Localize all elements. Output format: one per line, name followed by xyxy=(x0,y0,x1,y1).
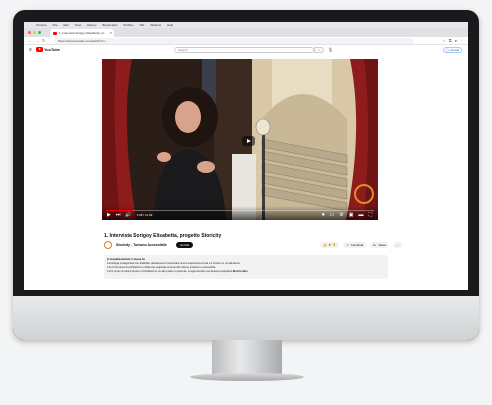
description-line: La biologa protagonista con disabilità, … xyxy=(107,262,240,265)
time-display: 1:08 / 11:39 xyxy=(136,213,153,217)
description-line-text: Il loro punto di vista importa ci inchio… xyxy=(107,270,233,273)
search-input[interactable] xyxy=(178,48,298,52)
share-button[interactable]: ↗ Condividi xyxy=(343,242,367,248)
search-box xyxy=(174,47,314,53)
tab-bar: 1. Intervista Sorigoy Elisabetta, pr... … xyxy=(24,28,468,37)
controls-right: ⏺ ▭ ⚙ ▣ ▬ ⛶ xyxy=(322,212,372,218)
extensions-icon[interactable]: ⧉ xyxy=(449,38,452,43)
show-more-link[interactable]: Mostra altro xyxy=(233,270,248,273)
like-button[interactable]: 👍 8 👎 xyxy=(320,242,340,248)
channel-row: Storicity - Turismo Accessibile Iscrivit… xyxy=(104,240,403,252)
close-icon[interactable]: ✕ xyxy=(109,31,112,35)
back-icon[interactable]: ← xyxy=(28,38,32,43)
window-controls xyxy=(28,31,41,34)
progress-bar[interactable] xyxy=(106,209,374,211)
like-icon: 👍 xyxy=(323,243,327,247)
video-player[interactable]: ▶ ⏭ 🔊 1:08 / 11:39 ⏺ ▭ ⚙ ▣ ▬ ⛶ xyxy=(102,59,378,220)
save-button[interactable]: ≡+ Salva xyxy=(370,242,390,248)
more-menu-icon[interactable]: ⋮ xyxy=(460,38,464,43)
video-title: 1. Intervista Sorigoy Elisabetta, proget… xyxy=(104,233,222,239)
youtube-logo[interactable]: YouTube xyxy=(36,47,60,52)
menu-item[interactable]: Edit xyxy=(64,23,69,27)
save-icon: ≡+ xyxy=(373,243,377,247)
youtube-play-icon xyxy=(36,47,43,52)
share-icon: ↗ xyxy=(346,243,349,247)
account-icon: ◯ xyxy=(445,48,449,52)
volume-icon[interactable]: 🔊 xyxy=(125,212,131,218)
description-box[interactable]: 9 visualizzazioni 1 mese fa La biologa p… xyxy=(104,255,388,279)
screen: Chrome File Edit View History Bookmarks … xyxy=(24,22,468,290)
avatar[interactable] xyxy=(104,241,112,249)
theater-icon[interactable]: ▬ xyxy=(358,212,363,218)
tab-title: 1. Intervista Sorigoy Elisabetta, pr... xyxy=(59,31,107,35)
menu-item[interactable]: Profiles xyxy=(124,23,134,27)
menu-item[interactable]: File xyxy=(53,23,58,27)
channel-name[interactable]: Storicity - Turismo Accessibile xyxy=(116,243,167,247)
monitor-chin xyxy=(13,296,479,340)
signin-label: Accedi xyxy=(449,48,459,52)
browser-tab[interactable]: 1. Intervista Sorigoy Elisabetta, pr... … xyxy=(50,29,114,37)
nav-buttons: ← → ↻ xyxy=(28,38,45,43)
menu-item[interactable]: History xyxy=(87,23,96,27)
description-meta: 9 visualizzazioni 1 mese fa xyxy=(107,257,145,261)
monitor-base xyxy=(190,373,304,381)
action-buttons: 👍 8 👎 ↗ Condividi ≡+ Salva ⋯ xyxy=(320,242,403,248)
browser-toolbar-icons: ☆ ⧉ ● ⋮ xyxy=(442,38,464,43)
minimize-window-button[interactable] xyxy=(33,31,36,34)
maximize-window-button[interactable] xyxy=(38,31,41,34)
youtube-favicon-icon xyxy=(53,31,57,35)
captions-icon[interactable]: ▭ xyxy=(330,212,335,218)
reload-icon[interactable]: ↻ xyxy=(42,38,45,43)
save-label: Salva xyxy=(378,243,387,247)
play-overlay-icon[interactable] xyxy=(242,136,255,146)
menu-item[interactable]: Chrome xyxy=(36,23,47,27)
settings-icon[interactable]: ⚙ xyxy=(339,212,343,218)
menu-item[interactable]: Bookmarks xyxy=(102,23,117,27)
star-icon[interactable]: ☆ xyxy=(442,38,446,43)
like-count: 8 xyxy=(328,243,331,247)
search-button[interactable]: ⌕ xyxy=(314,47,324,53)
profile-icon[interactable]: ● xyxy=(455,38,457,43)
video-frame xyxy=(102,59,378,220)
logo-text: YouTube xyxy=(44,47,60,52)
url-field[interactable]: https://www.youtube.com/watch?v=... xyxy=(54,38,414,44)
menu-item[interactable]: Window xyxy=(150,23,161,27)
signin-button[interactable]: ◯ Accedi xyxy=(442,47,462,53)
miniplayer-icon[interactable]: ▣ xyxy=(349,212,354,218)
close-window-button[interactable] xyxy=(28,31,31,34)
controls-left: ▶ ⏭ 🔊 1:08 / 11:39 xyxy=(107,212,152,218)
dislike-icon[interactable]: 👎 xyxy=(332,242,336,248)
autoplay-toggle-icon[interactable]: ⏺ xyxy=(322,212,325,218)
share-label: Condividi xyxy=(350,243,364,247)
description-line: Con l'intervento di Architettura e della… xyxy=(107,266,217,269)
microphone-icon[interactable]: 🎙 xyxy=(328,47,333,52)
next-icon[interactable]: ⏭ xyxy=(116,212,121,218)
menu-item[interactable]: View xyxy=(75,23,81,27)
video-controls: ▶ ⏭ 🔊 1:08 / 11:39 ⏺ ▭ ⚙ ▣ ▬ ⛶ xyxy=(102,206,378,220)
subscribe-button[interactable]: Iscriviti xyxy=(176,242,194,248)
more-button[interactable]: ⋯ xyxy=(393,242,403,248)
more-icon: ⋯ xyxy=(396,243,400,247)
youtube-header: ≡ YouTube ⌕ 🎙 ◯ Accedi xyxy=(24,45,468,55)
url-text: https://www.youtube.com/watch?v=... xyxy=(58,39,108,43)
forward-icon[interactable]: → xyxy=(35,38,39,43)
description-line: Il loro punto di vista importa ci inchio… xyxy=(107,270,385,273)
search-icon: ⌕ xyxy=(318,48,320,52)
menu-item[interactable]: Help xyxy=(167,23,173,27)
progress-fill xyxy=(106,209,133,211)
hamburger-menu-icon[interactable]: ≡ xyxy=(29,47,32,53)
fullscreen-icon[interactable]: ⛶ xyxy=(368,212,372,218)
address-bar: ← → ↻ https://www.youtube.com/watch?v=..… xyxy=(24,37,468,45)
menu-item[interactable]: Tab xyxy=(140,23,145,27)
play-icon[interactable]: ▶ xyxy=(107,212,111,218)
